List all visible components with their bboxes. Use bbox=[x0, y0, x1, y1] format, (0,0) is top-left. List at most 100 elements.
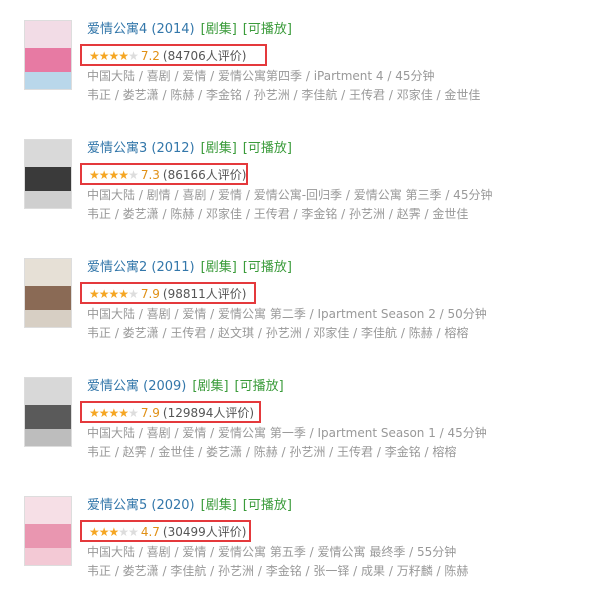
rating-highlight-box: ★★★★★ 7.2 (84706人评价) bbox=[80, 44, 267, 66]
tag-playable[interactable]: [可播放] bbox=[243, 22, 292, 37]
star-icon: ★ bbox=[89, 49, 100, 63]
star-rating-icon: ★★★★★ bbox=[89, 286, 139, 302]
meta-genres: 中国大陆 / 喜剧 / 爱情 / 爱情公寓 第二季 / Ipartment Se… bbox=[87, 307, 487, 321]
star-rating-icon: ★★★★★ bbox=[89, 48, 139, 64]
rating-score: 4.7 bbox=[140, 525, 160, 539]
star-rating-icon: ★★★★★ bbox=[89, 167, 139, 183]
rating-score: 7.9 bbox=[140, 406, 160, 420]
poster-image[interactable] bbox=[24, 258, 72, 328]
meta-info: 中国大陆 / 喜剧 / 爱情 / 爱情公寓第四季 / iPartment 4 /… bbox=[87, 67, 480, 105]
meta-genres: 中国大陆 / 剧情 / 喜剧 / 爱情 / 爱情公寓-回归季 / 爱情公寓 第三… bbox=[87, 188, 493, 202]
rating-count: (84706人评价) bbox=[162, 49, 247, 63]
rating: ★★★★★ 7.9 (98811人评价) bbox=[89, 286, 246, 302]
item-info: 爱情公寓3 (2012) [剧集] [可播放] bbox=[87, 139, 292, 159]
list-item: 爱情公寓 (2009) [剧集] [可播放] ★★★★★ 7.9 (129894人评价)… bbox=[0, 377, 599, 477]
star-icon: ★ bbox=[108, 168, 120, 182]
item-info: 爱情公寓5 (2020) [剧集] [可播放] bbox=[87, 496, 292, 516]
star-icon: ★ bbox=[98, 406, 110, 420]
meta-cast: 韦正 / 娄艺潇 / 李佳航 / 孙艺洲 / 李金铭 / 张一铎 / 成果 / … bbox=[87, 564, 469, 578]
rating-count: (86166人评价) bbox=[162, 168, 247, 182]
rating-count: (129894人评价) bbox=[162, 406, 255, 420]
rating-highlight-box: ★★★★★ 7.9 (98811人评价) bbox=[80, 282, 256, 304]
rating-highlight-box: ★★★★★ 4.7 (30499人评价) bbox=[80, 520, 251, 542]
meta-genres: 中国大陆 / 喜剧 / 爱情 / 爱情公寓 第一季 / Ipartment Se… bbox=[87, 426, 487, 440]
title-line: 爱情公寓3 (2012) [剧集] [可播放] bbox=[87, 139, 292, 159]
tag-series[interactable]: [剧集] bbox=[201, 141, 237, 156]
tag-playable[interactable]: [可播放] bbox=[243, 498, 292, 513]
rating-score: 7.2 bbox=[140, 49, 160, 63]
star-icon: ★ bbox=[98, 49, 110, 63]
meta-info: 中国大陆 / 喜剧 / 爱情 / 爱情公寓 第五季 / 爱情公寓 最终季 / 5… bbox=[87, 543, 468, 581]
tag-series[interactable]: [剧集] bbox=[192, 379, 228, 394]
star-icon: ★ bbox=[118, 406, 129, 420]
title-link[interactable]: 爱情公寓5 (2020) bbox=[87, 498, 195, 513]
item-info: 爱情公寓4 (2014) [剧集] [可播放] bbox=[87, 20, 292, 40]
tag-playable[interactable]: [可播放] bbox=[235, 379, 284, 394]
tag-series[interactable]: [剧集] bbox=[201, 22, 237, 37]
poster-image[interactable] bbox=[24, 496, 72, 566]
poster-image[interactable] bbox=[24, 377, 72, 447]
star-icon: ★ bbox=[98, 525, 110, 539]
poster-image[interactable] bbox=[24, 139, 72, 209]
title-link[interactable]: 爱情公寓3 (2012) bbox=[87, 141, 195, 156]
meta-info: 中国大陆 / 喜剧 / 爱情 / 爱情公寓 第一季 / Ipartment Se… bbox=[87, 424, 487, 462]
rating-highlight-box: ★★★★★ 7.9 (129894人评价) bbox=[80, 401, 261, 423]
star-icon: ★ bbox=[118, 287, 129, 301]
title-line: 爱情公寓2 (2011) [剧集] [可播放] bbox=[87, 258, 292, 278]
title-line: 爱情公寓5 (2020) [剧集] [可播放] bbox=[87, 496, 292, 516]
tag-playable[interactable]: [可播放] bbox=[243, 260, 292, 275]
tag-playable[interactable]: [可播放] bbox=[243, 141, 292, 156]
rating-highlight-box: ★★★★★ 7.3 (86166人评价) bbox=[80, 163, 248, 185]
star-icon: ★ bbox=[108, 287, 120, 301]
star-icon: ★ bbox=[89, 287, 100, 301]
title-link[interactable]: 爱情公寓 (2009) bbox=[87, 379, 186, 394]
star-icon: ★ bbox=[118, 49, 129, 63]
star-icon: ★ bbox=[89, 525, 100, 539]
rating: ★★★★★ 4.7 (30499人评价) bbox=[89, 524, 246, 540]
item-info: 爱情公寓 (2009) [剧集] [可播放] bbox=[87, 377, 284, 397]
rating-score: 7.3 bbox=[140, 168, 160, 182]
tag-series[interactable]: [剧集] bbox=[201, 498, 237, 513]
star-icon: ★ bbox=[98, 168, 110, 182]
rating: ★★★★★ 7.3 (86166人评价) bbox=[89, 167, 246, 183]
star-icon: ★ bbox=[89, 406, 100, 420]
rating-score: 7.9 bbox=[140, 287, 160, 301]
item-info: 爱情公寓2 (2011) [剧集] [可播放] bbox=[87, 258, 292, 278]
rating-count: (98811人评价) bbox=[162, 287, 247, 301]
meta-cast: 韦正 / 娄艺潇 / 王传君 / 赵文琪 / 孙艺洲 / 邓家佳 / 李佳航 /… bbox=[87, 326, 469, 340]
star-rating-icon: ★★★★★ bbox=[89, 405, 139, 421]
rating: ★★★★★ 7.9 (129894人评价) bbox=[89, 405, 254, 421]
list-item: 爱情公寓2 (2011) [剧集] [可播放] ★★★★★ 7.9 (98811人评价)… bbox=[0, 258, 599, 358]
rating-count: (30499人评价) bbox=[162, 525, 247, 539]
meta-cast: 韦正 / 赵霁 / 金世佳 / 娄艺潇 / 陈赫 / 孙艺洲 / 王传君 / 李… bbox=[87, 445, 457, 459]
meta-genres: 中国大陆 / 喜剧 / 爱情 / 爱情公寓第四季 / iPartment 4 /… bbox=[87, 69, 435, 83]
meta-info: 中国大陆 / 剧情 / 喜剧 / 爱情 / 爱情公寓-回归季 / 爱情公寓 第三… bbox=[87, 186, 492, 224]
title-link[interactable]: 爱情公寓2 (2011) bbox=[87, 260, 195, 275]
meta-cast: 韦正 / 娄艺潇 / 陈赫 / 邓家佳 / 王传君 / 李金铭 / 孙艺洲 / … bbox=[87, 207, 469, 221]
star-icon: ★ bbox=[108, 525, 120, 539]
poster-image[interactable] bbox=[24, 20, 72, 90]
star-icon: ★ bbox=[98, 287, 110, 301]
star-icon: ★ bbox=[89, 168, 100, 182]
star-icon: ★ bbox=[128, 287, 139, 301]
list-item: 爱情公寓4 (2014) [剧集] [可播放] ★★★★★ 7.2 (84706人评价)… bbox=[0, 20, 599, 120]
title-link[interactable]: 爱情公寓4 (2014) bbox=[87, 22, 195, 37]
meta-cast: 韦正 / 娄艺潇 / 陈赫 / 李金铭 / 孙艺洲 / 李佳航 / 王传君 / … bbox=[87, 88, 481, 102]
star-icon: ★ bbox=[108, 406, 120, 420]
star-icon: ★ bbox=[108, 49, 120, 63]
title-line: 爱情公寓 (2009) [剧集] [可播放] bbox=[87, 377, 284, 397]
meta-genres: 中国大陆 / 喜剧 / 爱情 / 爱情公寓 第五季 / 爱情公寓 最终季 / 5… bbox=[87, 545, 457, 559]
star-icon: ★ bbox=[128, 49, 139, 63]
star-rating-icon: ★★★★★ bbox=[89, 524, 139, 540]
tag-series[interactable]: [剧集] bbox=[201, 260, 237, 275]
star-icon: ★ bbox=[118, 525, 129, 539]
star-icon: ★ bbox=[128, 525, 139, 539]
title-line: 爱情公寓4 (2014) [剧集] [可播放] bbox=[87, 20, 292, 40]
star-icon: ★ bbox=[118, 168, 129, 182]
rating: ★★★★★ 7.2 (84706人评价) bbox=[89, 48, 246, 64]
list-item: 爱情公寓5 (2020) [剧集] [可播放] ★★★★★ 4.7 (30499人评价)… bbox=[0, 496, 599, 596]
meta-info: 中国大陆 / 喜剧 / 爱情 / 爱情公寓 第二季 / Ipartment Se… bbox=[87, 305, 487, 343]
star-icon: ★ bbox=[128, 168, 139, 182]
list-item: 爱情公寓3 (2012) [剧集] [可播放] ★★★★★ 7.3 (86166人评价)… bbox=[0, 139, 599, 239]
star-icon: ★ bbox=[128, 406, 139, 420]
